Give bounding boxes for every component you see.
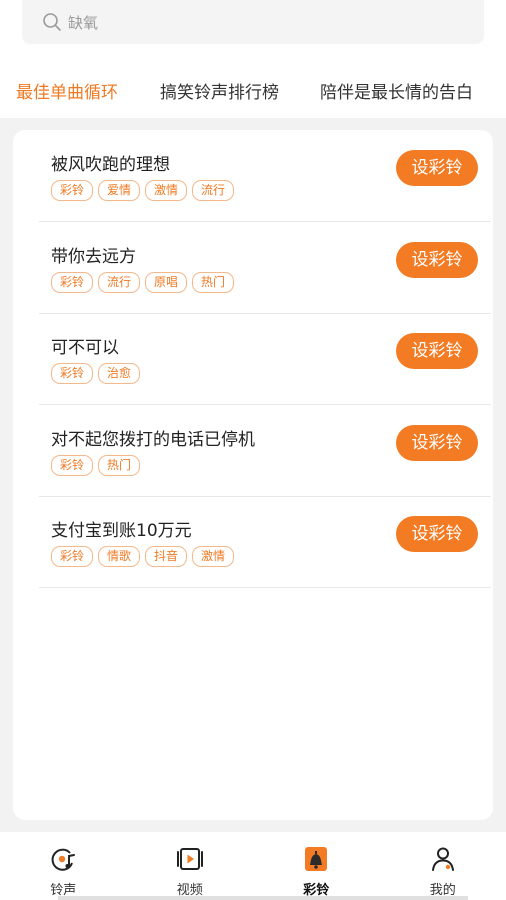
- song-title: 可不可以: [51, 338, 119, 358]
- tab-funny-ringtone-chart[interactable]: 搞笑铃声排行榜: [160, 78, 279, 103]
- nav-item-ringtones[interactable]: 铃声: [0, 832, 127, 900]
- song-list-card: 被风吹跑的理想 彩铃 爱情 激情 流行 设彩铃 带你去远方 彩铃 流行 原唱 热门 设彩铃 可不可以 彩铃…: [13, 130, 493, 820]
- nav-item-coloring-ringtone[interactable]: 彩铃: [253, 832, 380, 900]
- song-tag: 彩铃: [51, 546, 94, 567]
- set-ringtone-button[interactable]: 设彩铃: [396, 424, 478, 461]
- song-title: 支付宝到账10万元: [51, 521, 192, 541]
- song-tags: 彩铃 治愈: [51, 363, 141, 384]
- song-tag: 情歌: [98, 546, 141, 567]
- tab-best-single-loop[interactable]: 最佳单曲循环: [16, 78, 118, 103]
- song-tag: 彩铃: [51, 454, 94, 476]
- home-indicator: [58, 896, 468, 900]
- song-tag: 治愈: [98, 363, 141, 384]
- category-tabs: 最佳单曲循环 搞笑铃声排行榜 陪伴是最长情的告白: [0, 64, 506, 116]
- song-row[interactable]: 带你去远方彩铃 流行 原唱 热门 设彩铃: [39, 222, 491, 314]
- song-title: 被风吹跑的理想: [51, 155, 170, 175]
- set-ringtone-button[interactable]: 设彩铃: [396, 241, 478, 278]
- song-row[interactable]: 对不起您拨打的电话已停机 彩铃 热门 设彩铃: [39, 405, 491, 497]
- song-tag: 原唱: [145, 271, 188, 293]
- song-tag: 热门: [98, 454, 141, 476]
- song-title: 带你去远方: [51, 246, 136, 267]
- search-bar[interactable]: 缺氧: [22, 0, 484, 44]
- search-placeholder: 缺氧: [68, 13, 99, 32]
- song-title: 对不起您拨打的电话已停机: [51, 429, 255, 450]
- song-tag: 彩铃: [51, 271, 94, 293]
- set-ringtone-button[interactable]: 设彩铃: [396, 516, 478, 552]
- video-icon: [176, 848, 203, 870]
- song-tag: 抖音: [145, 546, 188, 567]
- song-tags: 彩铃 情歌 抖音 激情: [51, 546, 235, 567]
- song-tags: 彩铃 热门: [51, 454, 141, 476]
- set-ringtone-button[interactable]: 设彩铃: [396, 150, 478, 186]
- song-row[interactable]: 被风吹跑的理想 彩铃 爱情 激情 流行 设彩铃: [39, 130, 491, 222]
- nav-item-profile[interactable]: 我的: [380, 832, 506, 900]
- set-ringtone-button[interactable]: 设彩铃: [396, 333, 478, 369]
- nav-item-video[interactable]: 视频: [127, 832, 254, 900]
- song-tag: 流行: [98, 271, 141, 293]
- profile-icon: [431, 847, 454, 871]
- song-tags: 彩铃 爱情 激情 流行: [51, 180, 235, 201]
- song-row[interactable]: 可不可以彩铃 治愈 设彩铃: [39, 313, 491, 405]
- song-tag: 热门: [192, 271, 235, 293]
- song-tag: 彩铃: [51, 363, 94, 384]
- song-tag: 激情: [192, 546, 235, 567]
- ringtone-bell-icon: [305, 847, 328, 871]
- song-row[interactable]: 支付宝到账10万元 彩铃 情歌 抖音 激情 设彩铃: [39, 496, 491, 588]
- music-disc-icon: [51, 848, 76, 871]
- song-tag: 爱情: [98, 180, 141, 201]
- bottom-nav: 铃声 视频 彩铃 我的: [0, 832, 506, 900]
- tab-companionship-confession[interactable]: 陪伴是最长情的告白: [320, 78, 473, 103]
- song-tag: 激情: [145, 180, 188, 201]
- song-tag: 彩铃: [51, 180, 94, 201]
- song-tags: 彩铃 流行 原唱 热门: [51, 271, 235, 293]
- search-icon: [43, 13, 61, 31]
- song-tag: 流行: [192, 180, 235, 201]
